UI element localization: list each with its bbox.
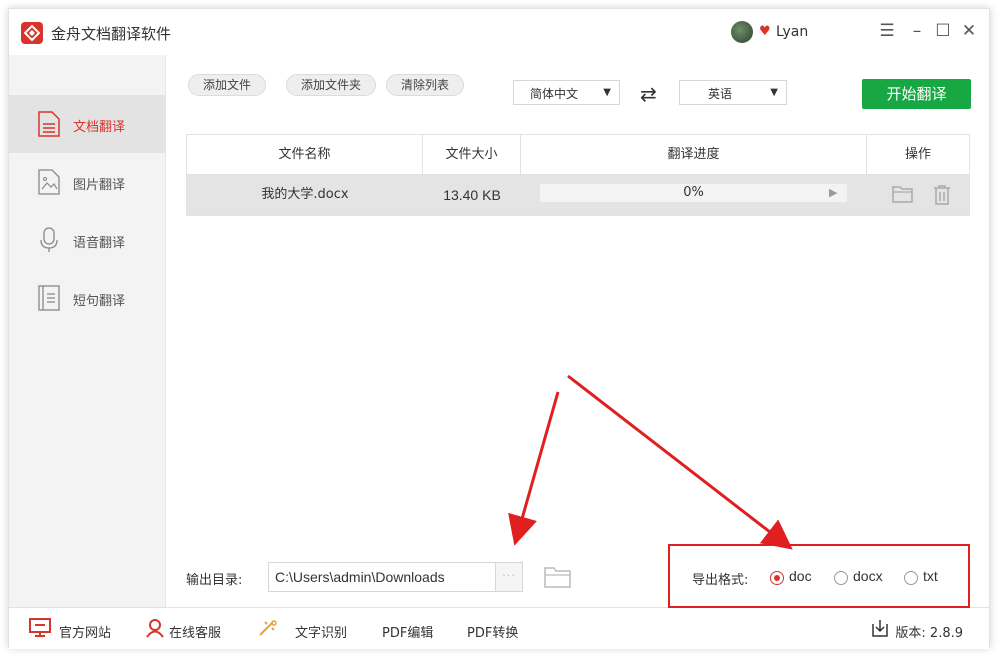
footer-support-link[interactable]: 在线客服 xyxy=(169,622,221,641)
app-title: 金舟文档翻译软件 xyxy=(51,25,172,43)
document-icon xyxy=(38,111,60,137)
monitor-icon xyxy=(29,618,51,637)
vip-heart-icon: ♥ xyxy=(759,24,771,39)
output-dir-label: 输出目录: xyxy=(186,573,243,588)
text-icon xyxy=(38,285,60,311)
microphone-icon xyxy=(40,227,58,252)
sidebar-item-label: 短句翻译 xyxy=(73,294,126,309)
row-file-name: 我的大学.docx xyxy=(261,187,349,202)
header-progress: 翻译进度 xyxy=(521,135,867,174)
radio-doc[interactable] xyxy=(770,571,784,585)
start-translate-button[interactable]: 开始翻译 xyxy=(862,79,971,109)
add-file-button[interactable]: 添加文件 xyxy=(188,74,267,96)
header-actions: 操作 xyxy=(904,147,931,162)
ocr-icon xyxy=(259,620,277,636)
app-logo-icon xyxy=(21,22,43,44)
header-file-name: 文件名称 xyxy=(187,135,423,174)
target-language-select[interactable]: 英语 ▼ xyxy=(679,80,787,105)
close-icon[interactable]: ✕ xyxy=(959,21,979,41)
play-icon[interactable]: ▶ xyxy=(829,186,837,199)
radio-docx-label[interactable]: docx xyxy=(853,568,883,584)
source-language-value: 简体中文 xyxy=(529,87,578,101)
sidebar-item-label: 语音翻译 xyxy=(73,236,126,251)
open-folder-icon[interactable] xyxy=(892,184,914,204)
image-icon xyxy=(38,169,60,195)
trash-icon[interactable] xyxy=(932,184,952,206)
export-format-label: 导出格式: xyxy=(692,573,749,588)
footer-pdf-edit-link[interactable]: PDF编辑 xyxy=(382,622,433,641)
support-person-icon xyxy=(146,619,164,638)
radio-docx[interactable] xyxy=(834,571,848,585)
minimize-icon[interactable]: – xyxy=(907,21,927,41)
sidebar: 文档翻译 图片翻译 语音翻译 短句翻译 xyxy=(9,55,166,607)
output-dir-input[interactable]: C:\Users\admin\Downloads xyxy=(268,562,496,592)
chevron-down-icon: ▼ xyxy=(770,87,778,98)
radio-txt[interactable] xyxy=(904,571,918,585)
maximize-icon[interactable]: ☐ xyxy=(933,21,953,41)
add-folder-button[interactable]: 添加文件夹 xyxy=(286,74,377,96)
sidebar-item-image[interactable]: 图片翻译 xyxy=(9,153,166,211)
footer-ocr-link[interactable]: 文字识别 xyxy=(295,622,347,641)
version-label: 版本: 2.8.9 xyxy=(895,626,963,641)
radio-doc-label[interactable]: doc xyxy=(789,568,812,584)
avatar[interactable] xyxy=(731,21,753,43)
download-icon xyxy=(872,620,888,637)
sidebar-item-label: 图片翻译 xyxy=(73,178,126,193)
sidebar-item-label: 文档翻译 xyxy=(73,120,126,135)
browse-dots-button[interactable]: ··· xyxy=(495,562,523,592)
header-file-size: 文件大小 xyxy=(423,135,521,174)
sidebar-item-sentence[interactable]: 短句翻译 xyxy=(9,269,166,327)
output-folder-icon[interactable] xyxy=(544,565,572,589)
sidebar-item-voice[interactable]: 语音翻译 xyxy=(9,211,166,269)
title-bar: 金舟文档翻译软件 ♥ Lyan ☰ – ☐ ✕ xyxy=(9,9,989,55)
radio-txt-label[interactable]: txt xyxy=(923,568,938,584)
menu-icon[interactable]: ☰ xyxy=(877,21,897,41)
sidebar-item-document[interactable]: 文档翻译 xyxy=(9,95,166,153)
progress-value: 0% xyxy=(683,185,704,200)
footer-pdf-convert-link[interactable]: PDF转换 xyxy=(467,622,518,641)
footer-website-link[interactable]: 官方网站 xyxy=(59,622,111,641)
chevron-down-icon: ▼ xyxy=(603,87,611,98)
source-language-select[interactable]: 简体中文 ▼ xyxy=(513,80,620,105)
target-language-value: 英语 xyxy=(707,87,732,101)
swap-languages-icon[interactable]: ⇄ xyxy=(640,82,657,106)
row-file-size: 13.40 KB xyxy=(443,187,501,203)
table-header: 文件名称 文件大小 翻译进度 操作 xyxy=(187,135,969,175)
file-table: 文件名称 文件大小 翻译进度 操作 我的大学.docx 13.40 KB xyxy=(186,134,970,216)
username[interactable]: Lyan xyxy=(776,24,808,40)
footer: 官方网站 在线客服 文字识别 PDF编辑 PDF转换 版本: 2.8.9 xyxy=(9,607,989,649)
clear-list-button[interactable]: 清除列表 xyxy=(386,74,465,96)
